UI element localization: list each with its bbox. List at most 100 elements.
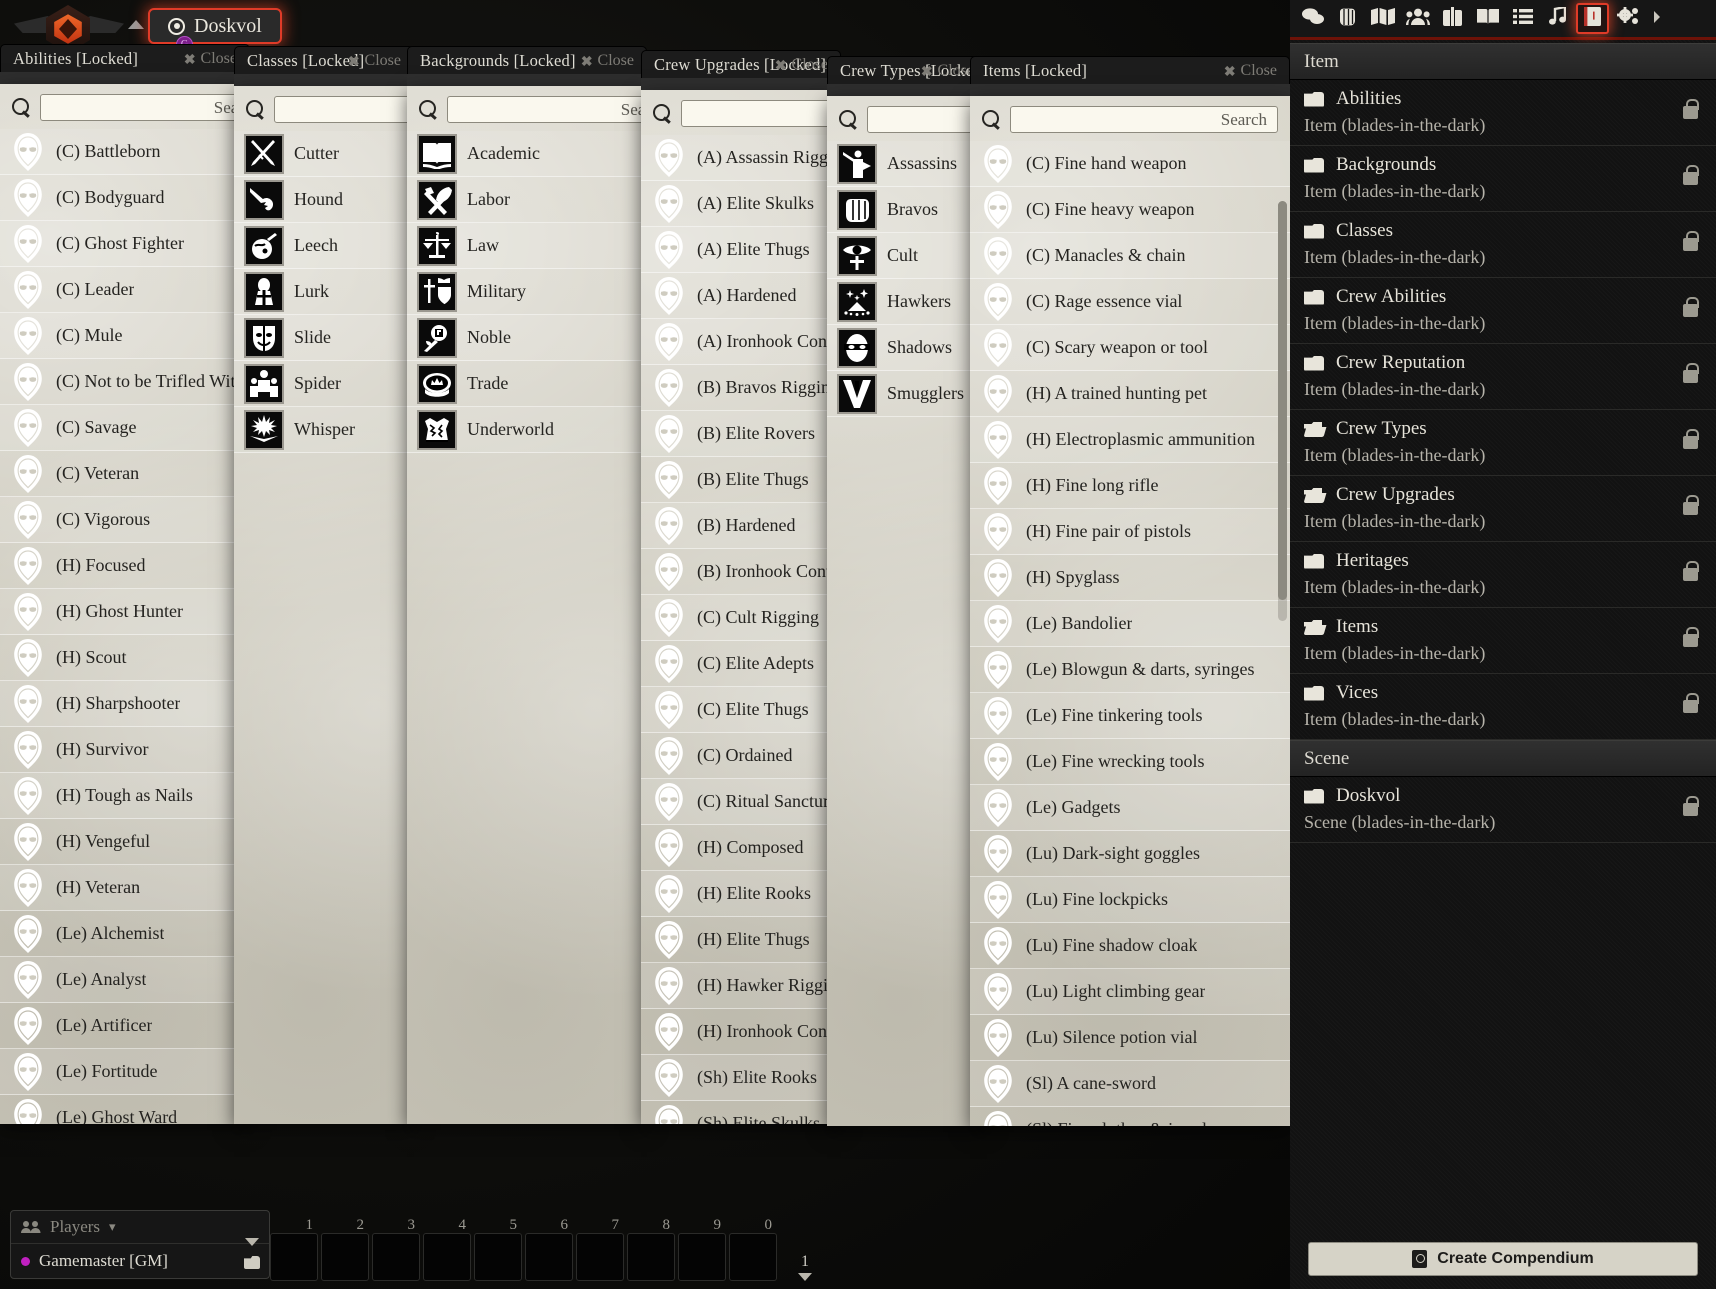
list-item[interactable]: (H) Tough as Nails xyxy=(0,773,250,819)
window-header-crew-types[interactable]: Crew Types [Locked] ✖ Close xyxy=(827,56,987,84)
list-item[interactable]: Noble xyxy=(407,315,647,361)
list-item[interactable]: (Sh) Elite Rooks xyxy=(641,1055,841,1101)
window-close-button-backgrounds[interactable]: ✖ Close xyxy=(581,47,634,75)
compendium-window-classes[interactable]: Classes [Locked]✖Close Cutter Hound Leech Lu… xyxy=(234,46,414,1124)
search-input-crew-types[interactable] xyxy=(867,106,987,133)
window-close-button-items[interactable]: ✖ Close xyxy=(1224,57,1277,85)
list-item[interactable]: (Sl) A cane-sword xyxy=(970,1061,1290,1107)
sidebar-tab-combat-fist[interactable] xyxy=(1331,3,1364,34)
window-header-abilities[interactable]: Abilities [Locked] ✖ Close xyxy=(0,44,250,72)
list-item[interactable]: (C) Not to be Trifled With xyxy=(0,359,250,405)
sidebar-tab-playlists-note[interactable] xyxy=(1541,3,1574,34)
list-item[interactable]: (H) Ironhook Contacts xyxy=(641,1009,841,1055)
list-item[interactable]: (Sh) Elite Skulks xyxy=(641,1101,841,1124)
list-item[interactable]: (C) Fine hand weapon xyxy=(970,141,1290,187)
compendium-pack-abilities[interactable]: Abilities Item (blades-in-the-dark) xyxy=(1290,80,1716,146)
list-item[interactable]: (H) Hawker Rigging xyxy=(641,963,841,1009)
list-item[interactable]: (H) Focused xyxy=(0,543,250,589)
list-item[interactable]: (C) Ritual Sanctum in xyxy=(641,779,841,825)
list-item[interactable]: (C) Fine heavy weapon xyxy=(970,187,1290,233)
list-item[interactable]: (C) Manacles & chain xyxy=(970,233,1290,279)
compendium-pack-doskvol[interactable]: Doskvol Scene (blades-in-the-dark) xyxy=(1290,777,1716,843)
window-header-backgrounds[interactable]: Backgrounds [Locked] ✖ Close xyxy=(407,46,647,74)
list-item[interactable]: (C) Scary weapon or tool xyxy=(970,325,1290,371)
list-item[interactable]: (B) Bravos Rigging xyxy=(641,365,841,411)
sidebar-tab-more-chevron[interactable] xyxy=(1646,3,1668,34)
list-item[interactable]: Spider xyxy=(234,361,414,407)
list-item[interactable]: Labor xyxy=(407,177,647,223)
hotbar-slot-2[interactable]: 2 xyxy=(321,1217,369,1281)
sidebar-directory[interactable]: Item Abilities Item (blades-in-the-dark) Ba… xyxy=(1290,43,1716,1229)
list-item[interactable]: Military xyxy=(407,269,647,315)
compendium-pack-crew-reputation[interactable]: Crew Reputation Item (blades-in-the-dark) xyxy=(1290,344,1716,410)
list-item[interactable]: (C) Mule xyxy=(0,313,250,359)
list-item[interactable]: Whisper xyxy=(234,407,414,453)
list-item[interactable]: (Lu) Light climbing gear xyxy=(970,969,1290,1015)
sidebar-tab-journal-book[interactable] xyxy=(1471,3,1504,34)
hotbar-page-down-icon[interactable] xyxy=(798,1273,812,1281)
list-item[interactable]: (Lu) Fine lockpicks xyxy=(970,877,1290,923)
sidebar-tab-compendium[interactable] xyxy=(1576,3,1609,34)
list-item[interactable]: (A) Hardened xyxy=(641,273,841,319)
list-item[interactable]: (H) Spyglass xyxy=(970,555,1290,601)
hotbar-page[interactable]: 1 xyxy=(782,1253,828,1281)
hotbar-slot-7[interactable]: 7 xyxy=(576,1217,624,1281)
hotbar-slot-0[interactable]: 0 xyxy=(729,1217,777,1281)
list-item[interactable]: (Le) Artificer xyxy=(0,1003,250,1049)
players-chevron-icon[interactable]: ▾ xyxy=(109,1219,116,1235)
list-item[interactable]: (A) Elite Thugs xyxy=(641,227,841,273)
list-item[interactable]: (C) Cult Rigging xyxy=(641,595,841,641)
list-item[interactable]: (C) Veteran xyxy=(0,451,250,497)
list-item[interactable]: (Le) Alchemist xyxy=(0,911,250,957)
list-item[interactable]: Hawkers xyxy=(827,279,987,325)
list-item[interactable]: (Lu) Dark-sight goggles xyxy=(970,831,1290,877)
window-header-crew-upgrades[interactable]: Crew Upgrades [Locked] ✖ Close xyxy=(641,50,841,78)
compendium-window-crew-types[interactable]: Crew Types [Locked]✖Close Assassins Bravos… xyxy=(827,56,987,1126)
compendium-window-backgrounds[interactable]: Backgrounds [Locked]✖Close Academic Labor L… xyxy=(407,46,647,1124)
sidebar-tab-actors-group[interactable] xyxy=(1401,3,1434,34)
nav-collapse-icon[interactable] xyxy=(128,20,144,29)
compendium-pack-heritages[interactable]: Heritages Item (blades-in-the-dark) xyxy=(1290,542,1716,608)
compendium-pack-crew-types[interactable]: Crew Types Item (blades-in-the-dark) xyxy=(1290,410,1716,476)
players-header[interactable]: Players ▾ xyxy=(11,1211,269,1244)
list-item[interactable]: (Le) Fortitude xyxy=(0,1049,250,1095)
list-item[interactable]: (Le) Fine wrecking tools xyxy=(970,739,1290,785)
list-item[interactable]: (H) Vengeful xyxy=(0,819,250,865)
list-item[interactable]: Bravos xyxy=(827,187,987,233)
compendium-pack-backgrounds[interactable]: Backgrounds Item (blades-in-the-dark) xyxy=(1290,146,1716,212)
list-item[interactable]: (Lu) Silence potion vial xyxy=(970,1015,1290,1061)
sidebar-tab-tables-list[interactable] xyxy=(1506,3,1539,34)
scrollbar-items[interactable] xyxy=(1278,201,1287,621)
scene-nav-tab-doskvol[interactable]: Doskvol xyxy=(148,8,282,44)
create-compendium-button[interactable]: Create Compendium xyxy=(1308,1242,1698,1276)
list-item[interactable]: (Le) Fine tinkering tools xyxy=(970,693,1290,739)
list-item[interactable]: (Le) Gadgets xyxy=(970,785,1290,831)
list-item[interactable]: (H) Elite Thugs xyxy=(641,917,841,963)
list-item[interactable]: Slide xyxy=(234,315,414,361)
foundry-logo[interactable] xyxy=(14,4,124,53)
list-item[interactable]: (H) Fine long rifle xyxy=(970,463,1290,509)
list-item[interactable]: (H) Elite Rooks xyxy=(641,871,841,917)
list-item[interactable]: (C) Vigorous xyxy=(0,497,250,543)
sidebar-tab-chat-bubble[interactable] xyxy=(1296,3,1329,34)
list-item[interactable]: (H) Scout xyxy=(0,635,250,681)
hotbar-folder-icon[interactable] xyxy=(244,1256,260,1269)
list-item[interactable]: (C) Battleborn xyxy=(0,129,250,175)
compendium-pack-crew-abilities[interactable]: Crew Abilities Item (blades-in-the-dark) xyxy=(1290,278,1716,344)
hotbar-slot-9[interactable]: 9 xyxy=(678,1217,726,1281)
list-item[interactable]: Cult xyxy=(827,233,987,279)
hotbar-slot-8[interactable]: 8 xyxy=(627,1217,675,1281)
list-item[interactable]: (C) Ghost Fighter xyxy=(0,221,250,267)
list-item[interactable]: (C) Rage essence vial xyxy=(970,279,1290,325)
list-item[interactable]: (H) Veteran xyxy=(0,865,250,911)
hotbar-slot-6[interactable]: 6 xyxy=(525,1217,573,1281)
hotbar-slot-5[interactable]: 5 xyxy=(474,1217,522,1281)
list-item[interactable]: (C) Savage xyxy=(0,405,250,451)
list-item[interactable]: (Le) Blowgun & darts, syringes xyxy=(970,647,1290,693)
hotbar-slot-1[interactable]: 1 xyxy=(270,1217,318,1281)
list-item[interactable]: (C) Bodyguard xyxy=(0,175,250,221)
window-close-button-abilities[interactable]: ✖ Close xyxy=(184,45,237,73)
list-item[interactable]: Smugglers xyxy=(827,371,987,417)
list-item[interactable]: (A) Assassin Rigging xyxy=(641,135,841,181)
list-item[interactable]: (C) Leader xyxy=(0,267,250,313)
